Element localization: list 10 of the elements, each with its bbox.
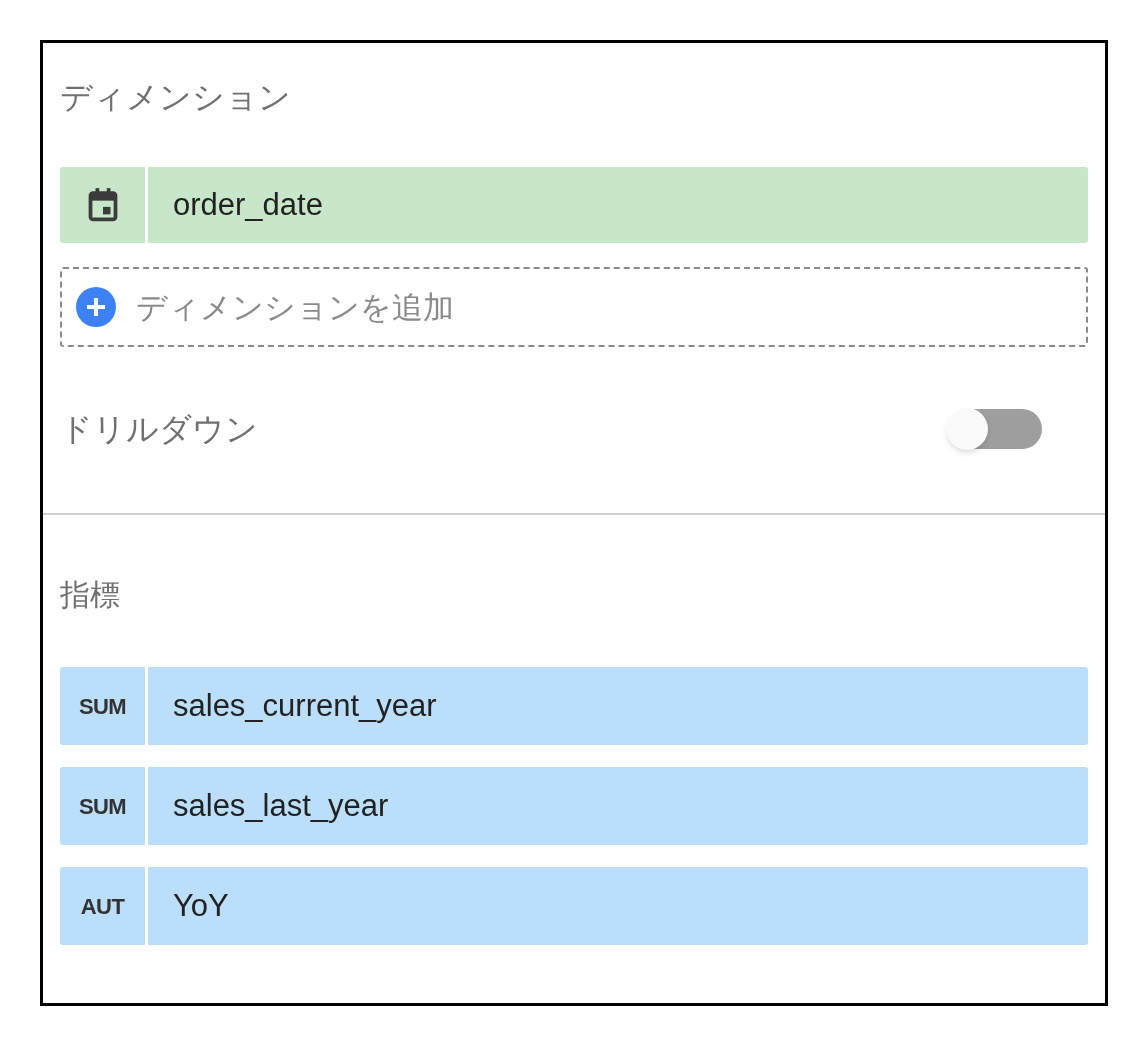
drilldown-label: ドリルダウン [60,409,258,450]
metric-chip[interactable]: AUT YoY [60,867,1088,945]
metric-chip[interactable]: SUM sales_last_year [60,767,1088,845]
calendar-icon [87,188,118,222]
drilldown-toggle[interactable] [948,409,1042,449]
section-title: 指標 [60,576,121,614]
metric-chip[interactable]: SUM sales_current_year [60,667,1088,745]
plus-icon [76,287,116,327]
section-title: ディメンション [60,77,292,118]
dimension-chip[interactable]: order_date [60,167,1088,243]
